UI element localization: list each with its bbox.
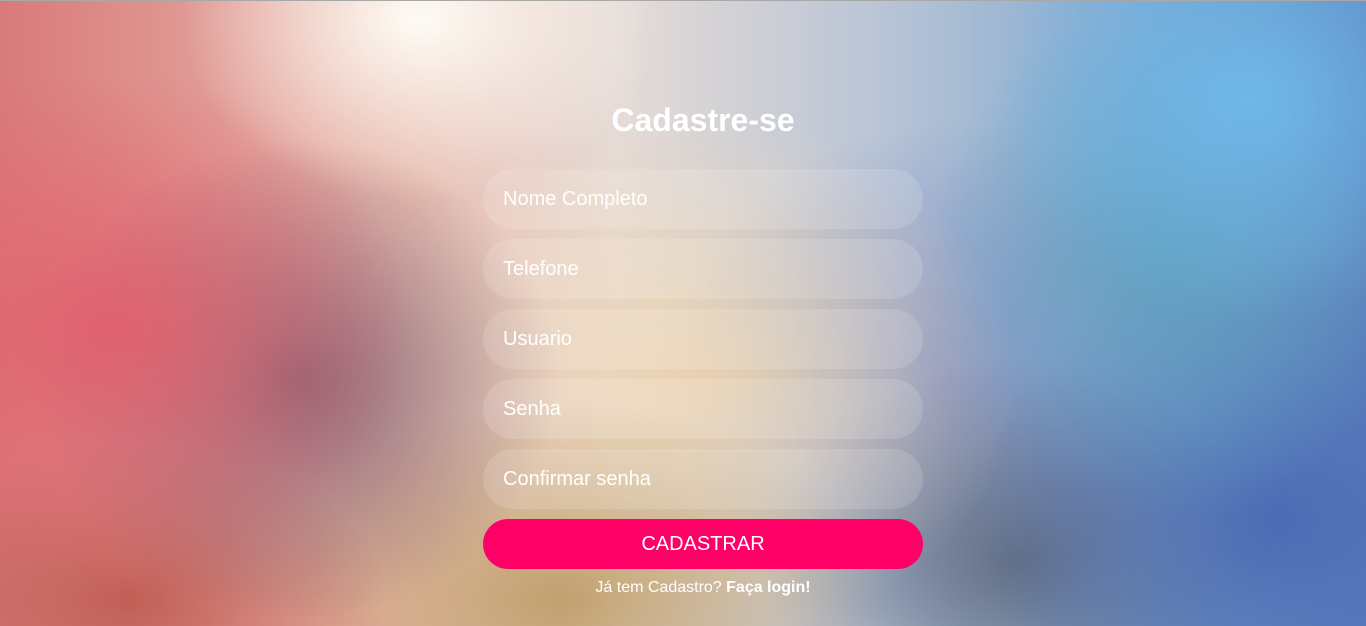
- login-prompt: Já tem Cadastro? Faça login!: [483, 579, 923, 597]
- signup-form: Cadastre-se CADASTRAR Já tem Cadastro? F…: [483, 96, 923, 597]
- password-field[interactable]: [483, 379, 923, 439]
- phone-field[interactable]: [483, 239, 923, 299]
- login-link[interactable]: Faça login!: [726, 579, 810, 596]
- login-prompt-text: Já tem Cadastro?: [595, 579, 722, 596]
- confirm-password-field[interactable]: [483, 449, 923, 509]
- full-name-field[interactable]: [483, 169, 923, 229]
- username-field[interactable]: [483, 309, 923, 369]
- top-border: [0, 0, 1366, 1]
- form-title: Cadastre-se: [611, 102, 795, 138]
- register-button[interactable]: CADASTRAR: [483, 519, 923, 569]
